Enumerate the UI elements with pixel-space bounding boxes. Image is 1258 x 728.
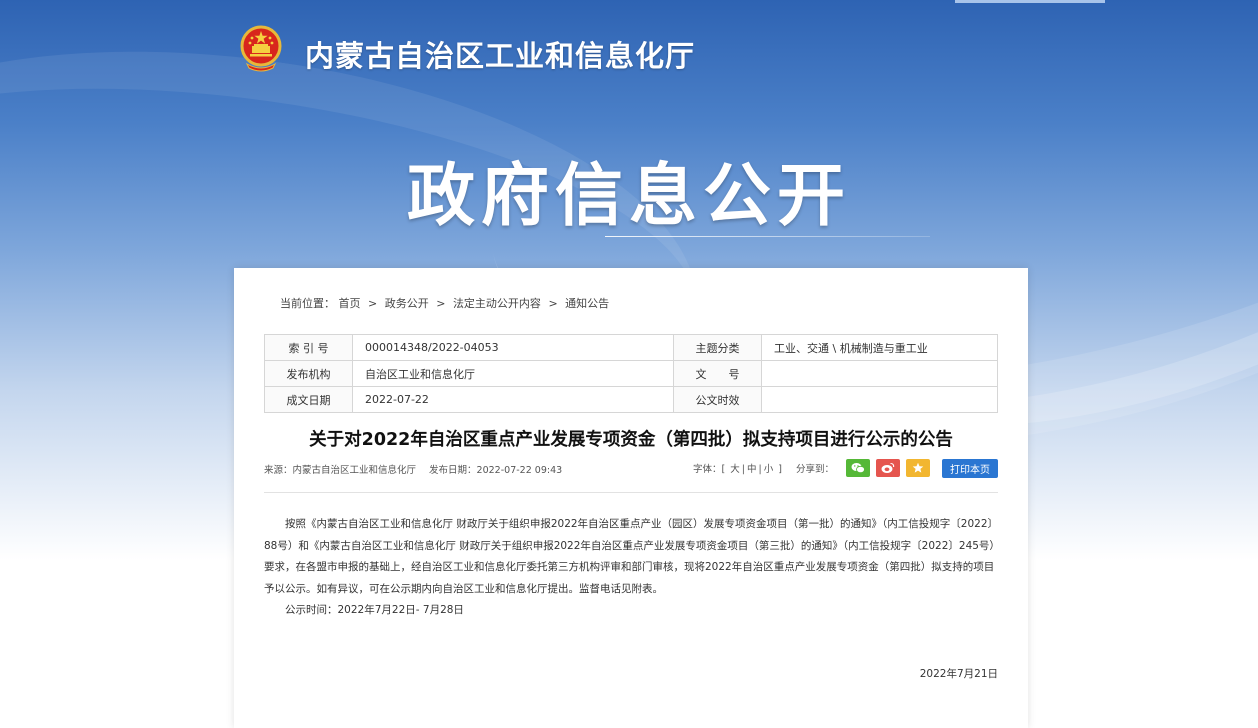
date-label: 成文日期 [264, 386, 353, 413]
table-row: 成文日期 2022-07-22 公文时效 [264, 386, 998, 413]
divider [264, 492, 998, 493]
site-name[interactable]: 内蒙古自治区工业和信息化厅 [305, 33, 695, 75]
validity-label: 公文时效 [673, 386, 762, 413]
national-emblem-icon[interactable] [237, 24, 285, 72]
font-size-separator: | [741, 464, 745, 475]
article-tools: 字体：[ 大 | 中 | 小 ] 分享到： 打印本页 [693, 458, 998, 478]
article-body: 按照《内蒙古自治区工业和信息化厅 财政厅关于组织申报2022年自治区重点产业（园… [264, 514, 998, 622]
breadcrumb-statutory[interactable]: 法定主动公开内容 [453, 297, 541, 310]
breadcrumb-separator: > [436, 297, 446, 310]
article-paragraph: 公示时间：2022年7月22日- 7月28日 [285, 604, 464, 616]
section-title: 政府信息公开 [406, 157, 851, 236]
font-size-separator: | [758, 464, 762, 475]
share-label: 分享到： [795, 464, 834, 475]
document-metadata-table: 索 引 号 000014348/2022-04053 主题分类 工业、交通 \ … [264, 334, 998, 413]
article-publish-time: 发布日期：2022-07-22 09:43 [429, 465, 563, 476]
font-size-label: 字体： [693, 464, 722, 475]
title-underline [605, 236, 930, 237]
bracket: ] [778, 464, 782, 475]
article-title: 关于对2022年自治区重点产业发展专项资金（第四批）拟支持项目进行公示的公告 [309, 430, 953, 450]
table-row: 索 引 号 000014348/2022-04053 主题分类 工业、交通 \ … [264, 334, 998, 361]
breadcrumb-gov-affairs[interactable]: 政务公开 [385, 297, 429, 310]
article-paragraph: 按照《内蒙古自治区工业和信息化厅 财政厅关于组织申报2022年自治区重点产业（园… [264, 518, 995, 595]
publisher-value: 自治区工业和信息化厅 [352, 360, 674, 387]
breadcrumb: 当前位置： 首页 > 政务公开 > 法定主动公开内容 > 通知公告 [280, 295, 609, 311]
breadcrumb-separator: > [548, 297, 558, 310]
date-value: 2022-07-22 [352, 386, 674, 413]
docno-label: 文 号 [673, 360, 762, 387]
validity-value [761, 386, 998, 413]
share-wechat-button[interactable] [846, 459, 870, 477]
content-card: 当前位置： 首页 > 政务公开 > 法定主动公开内容 > 通知公告 索 引 号 … [234, 268, 1028, 728]
share-weibo-button[interactable] [876, 459, 900, 477]
article-source: 来源：内蒙古自治区工业和信息化厅 [264, 465, 417, 476]
docno-value [761, 360, 998, 387]
font-size-large[interactable]: 大 [730, 464, 740, 475]
article-info: 来源：内蒙古自治区工业和信息化厅 发布日期：2022-07-22 09:43 [264, 462, 572, 476]
index-value: 000014348/2022-04053 [352, 334, 674, 361]
topic-label: 主题分类 [673, 334, 762, 361]
breadcrumb-home[interactable]: 首页 [339, 297, 361, 310]
breadcrumb-prefix: 当前位置： [280, 297, 335, 310]
wechat-icon [851, 463, 865, 474]
top-accent-line [955, 0, 1105, 3]
topic-value: 工业、交通 \ 机械制造与重工业 [761, 334, 998, 361]
signature-date: 2022年7月21日 [919, 668, 998, 680]
breadcrumb-notices[interactable]: 通知公告 [565, 297, 609, 310]
bracket: [ [721, 464, 726, 475]
weibo-icon [881, 462, 895, 473]
star-icon [912, 462, 924, 473]
font-size-small[interactable]: 小 [764, 464, 774, 475]
font-size-medium[interactable]: 中 [747, 464, 757, 475]
print-button[interactable]: 打印本页 [942, 458, 998, 478]
publisher-label: 发布机构 [264, 360, 353, 387]
index-label: 索 引 号 [264, 334, 353, 361]
table-row: 发布机构 自治区工业和信息化厅 文 号 [264, 360, 998, 387]
favorite-button[interactable] [906, 459, 930, 477]
breadcrumb-separator: > [368, 297, 378, 310]
font-size-control: 字体：[ 大 | 中 | 小 ] [693, 461, 782, 475]
